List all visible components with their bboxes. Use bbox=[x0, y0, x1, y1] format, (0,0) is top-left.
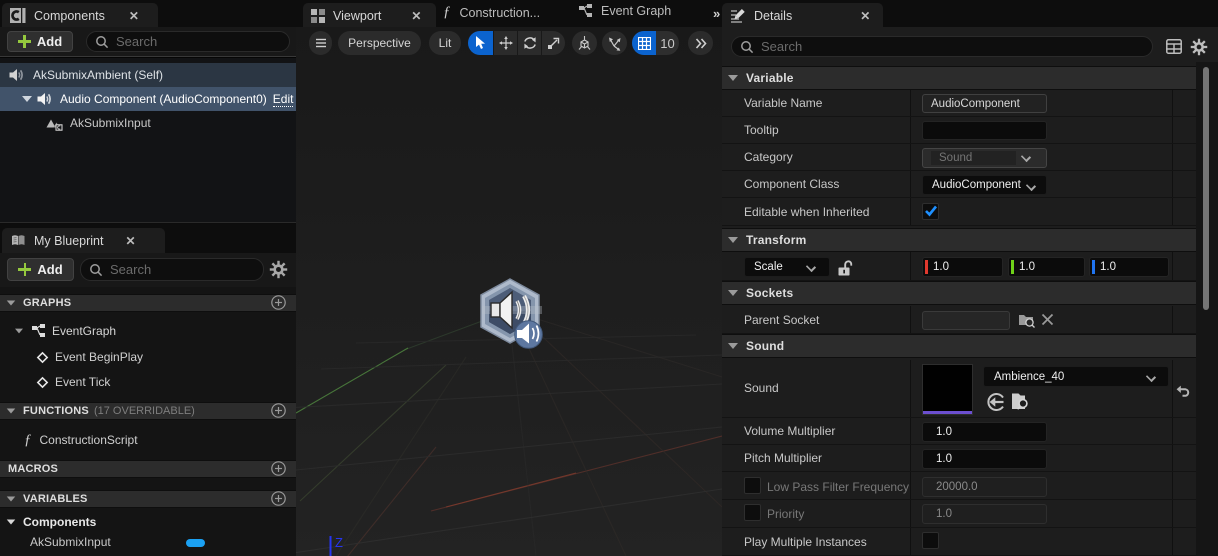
svg-text:Z: Z bbox=[335, 535, 343, 550]
